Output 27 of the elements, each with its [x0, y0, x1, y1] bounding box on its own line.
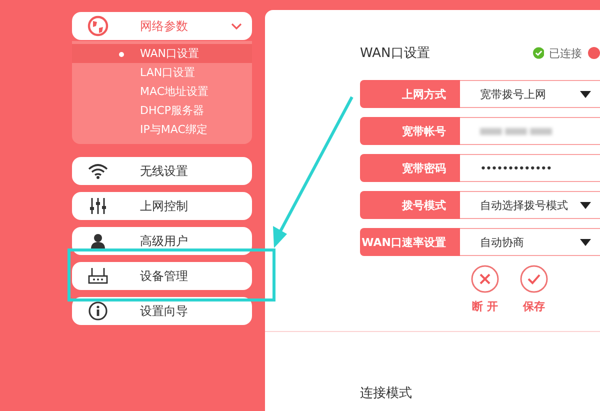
input-field[interactable] [460, 117, 600, 145]
field-label: 宽带帐号 [360, 117, 460, 145]
nav-item[interactable]: 无线设置 [72, 157, 252, 185]
chevron-icon [231, 23, 242, 30]
section-title: WAN口设置 [360, 45, 431, 62]
nav-item[interactable]: 设备管理 [72, 262, 252, 290]
caret-icon [580, 239, 591, 246]
nav-item[interactable]: 上网控制 [72, 192, 252, 220]
status-text: 已连接 [549, 46, 582, 60]
status-dot-icon [588, 47, 600, 59]
sliders-icon [89, 198, 107, 214]
select-field[interactable]: 自动协商 [460, 228, 600, 256]
field-label: 上网方式 [360, 80, 460, 108]
field-label: WAN口速率设置 [360, 228, 460, 256]
select-field[interactable]: 宽带拨号上网 [460, 80, 600, 108]
info-icon [88, 301, 108, 321]
router-icon [88, 268, 108, 284]
section-title: 连接模式 [360, 385, 413, 402]
input-field[interactable]: ••••••••••••• [460, 154, 600, 182]
select-field[interactable]: 自动选择拨号模式 [460, 191, 600, 219]
wifi-icon [88, 163, 108, 179]
globe-icon [87, 15, 109, 37]
caret-icon [580, 202, 591, 209]
caret-icon [580, 91, 591, 98]
user-icon [90, 233, 106, 249]
field-label: 拨号模式 [360, 191, 460, 219]
field-label: 宽带密码 [360, 154, 460, 182]
